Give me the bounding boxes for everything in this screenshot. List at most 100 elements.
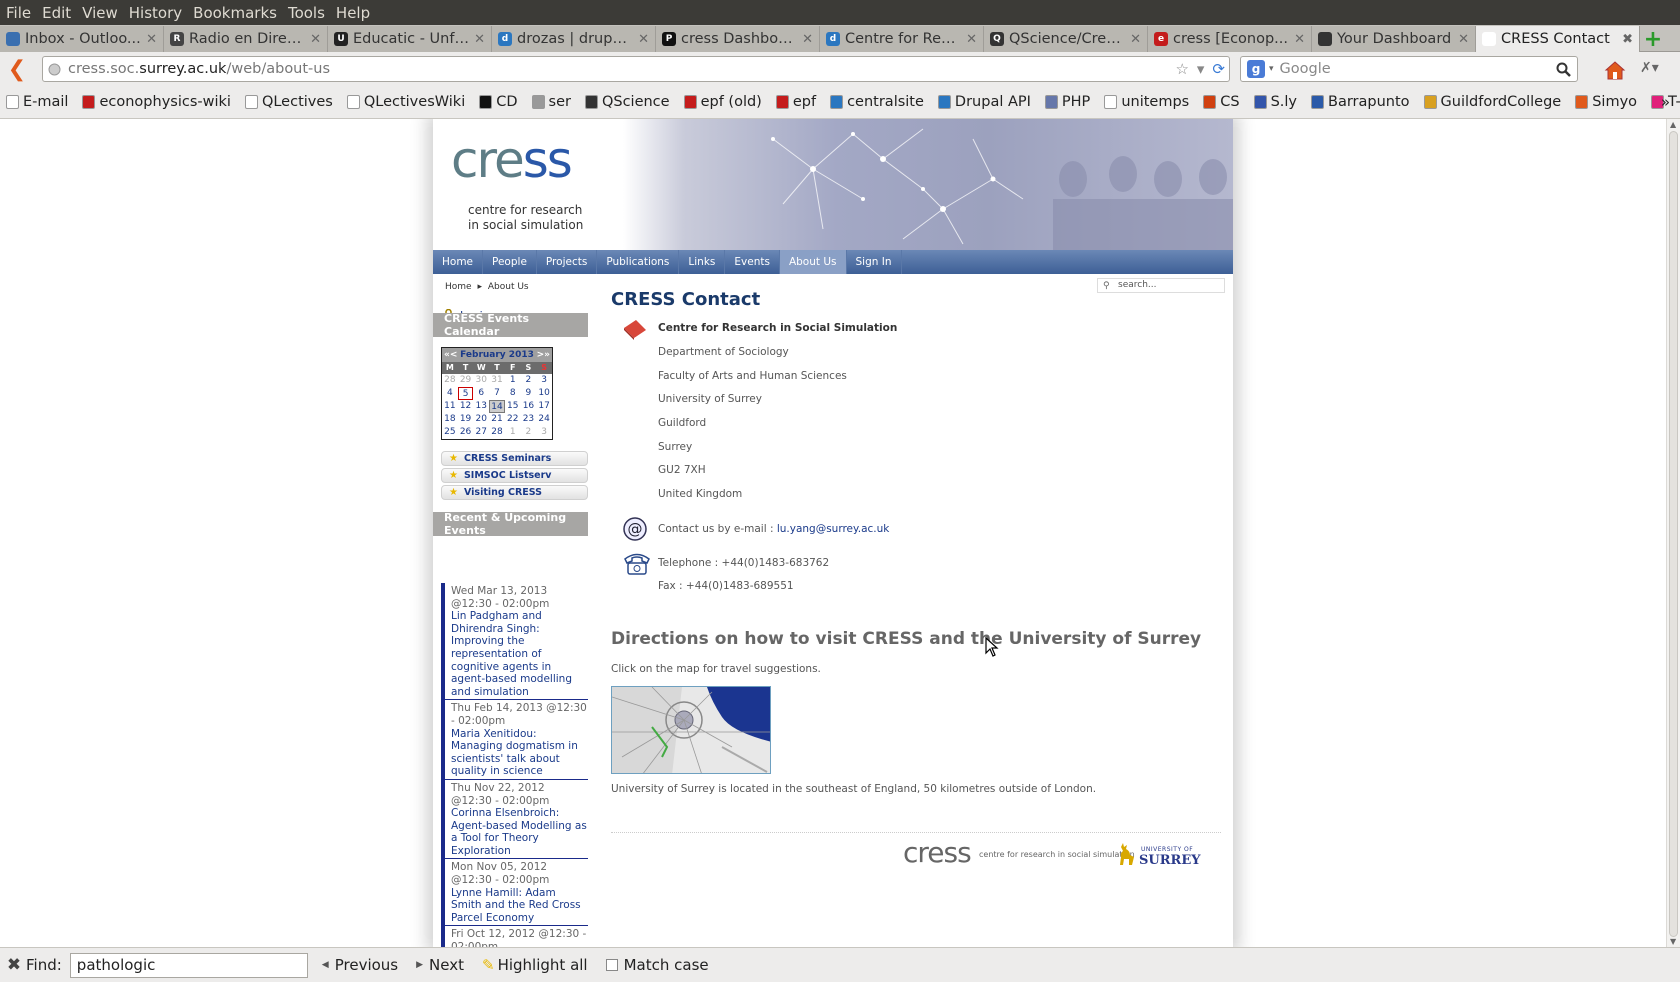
tab-close-icon[interactable]: ✕ [1458, 32, 1469, 47]
bookmark-item[interactable]: PHP [1044, 94, 1090, 110]
tab-9[interactable]: CRESS Contact ✖ [1476, 26, 1640, 52]
calendar-day[interactable]: 11 [442, 400, 458, 413]
calendar-day[interactable]: 15 [505, 400, 521, 413]
event-title-link[interactable]: Lin Padgham and Dhirendra Singh: Improvi… [451, 610, 588, 698]
calendar-next[interactable]: >» [537, 350, 550, 360]
tab-4[interactable]: Pcress Dashboa... ✕ [656, 26, 820, 52]
calendar-day[interactable]: 7 [489, 387, 505, 400]
bookmark-item[interactable]: epf (old) [683, 94, 762, 110]
event-title-link[interactable]: Corinna Elsenbroich: Agent-based Modelli… [451, 807, 588, 857]
calendar-day[interactable]: 25 [442, 426, 458, 439]
tab-1[interactable]: R Radio en Direc... ✕ [164, 26, 328, 52]
menu-view[interactable]: View [82, 4, 127, 22]
calendar-day[interactable]: 17 [536, 400, 552, 413]
calendar-day[interactable]: 1 [505, 374, 521, 387]
site-search-input[interactable]: ⚲ search... [1097, 278, 1225, 293]
nav-projects[interactable]: Projects [537, 250, 598, 274]
calendar-day[interactable]: 1 [505, 426, 521, 439]
toolbar-overflow-icon[interactable]: ✗▾ [1640, 60, 1659, 76]
tab-close-icon[interactable]: ✕ [146, 32, 157, 47]
calendar-day[interactable]: 18 [442, 413, 458, 426]
nav-links[interactable]: Links [679, 250, 726, 274]
url-bar[interactable]: cress.soc. surrey.ac.uk/web/about-us ☆ ▾ … [42, 56, 1230, 82]
calendar-day[interactable]: 9 [521, 387, 537, 400]
calendar-prev[interactable]: «< [444, 350, 457, 360]
tab-close-icon[interactable]: ✖ [1622, 32, 1633, 47]
menu-help[interactable]: Help [336, 4, 379, 22]
tab-7[interactable]: e cress [Econop... ✕ [1148, 26, 1312, 52]
bookmark-item[interactable]: GuildfordCollege [1423, 94, 1561, 110]
tab-0[interactable]: Inbox - Outloo... ✕ [0, 26, 164, 52]
cress-seminars-link[interactable]: ★ CRESS Seminars [441, 451, 588, 466]
bookmarks-overflow-icon[interactable]: » [1661, 93, 1670, 111]
calendar-day[interactable]: 28 [442, 374, 458, 387]
calendar-day[interactable]: 14 [489, 400, 505, 413]
menu-edit[interactable]: Edit [42, 4, 80, 22]
tab-close-icon[interactable]: ✕ [474, 32, 485, 47]
calendar-day[interactable]: 2 [521, 374, 537, 387]
visiting-cress-link[interactable]: ★ Visiting CRESS [441, 485, 588, 500]
email-link[interactable]: lu.yang@surrey.ac.uk [777, 523, 890, 535]
find-previous-button[interactable]: ◀ Previous [322, 956, 398, 974]
calendar-day[interactable]: 5 [457, 387, 474, 400]
nav-events[interactable]: Events [725, 250, 780, 274]
bookmark-item[interactable]: Drupal API [937, 94, 1031, 110]
calendar-day[interactable]: 31 [489, 374, 505, 387]
event-title-link[interactable]: Lynne Hamill: Adam Smith and the Red Cro… [451, 887, 588, 925]
calendar-day[interactable]: 16 [521, 400, 537, 413]
bookmark-item[interactable]: econophysics-wiki [82, 94, 231, 110]
calendar-day[interactable]: 10 [536, 387, 552, 400]
calendar-day[interactable]: 23 [521, 413, 537, 426]
bookmark-item[interactable]: ser [531, 94, 571, 110]
calendar-day[interactable]: 28 [489, 426, 505, 439]
calendar-day[interactable]: 12 [458, 400, 474, 413]
bookmark-item[interactable]: unitemps [1104, 94, 1189, 110]
google-icon[interactable]: g [1247, 60, 1265, 78]
tab-close-icon[interactable]: ✕ [310, 32, 321, 47]
engine-dropdown-icon[interactable]: ▾ [1269, 64, 1274, 74]
calendar-day[interactable]: 27 [473, 426, 489, 439]
tab-close-icon[interactable]: ✕ [1130, 32, 1141, 47]
calendar-day[interactable]: 29 [458, 374, 474, 387]
nav-publications[interactable]: Publications [597, 250, 680, 274]
bookmark-item[interactable]: centralsite [830, 94, 924, 110]
search-engine-box[interactable]: g ▾ Google [1240, 56, 1578, 82]
magnifier-icon[interactable] [1556, 62, 1571, 77]
bookmark-item[interactable]: QLectivesWiki [346, 94, 465, 110]
bookmark-item[interactable]: epf [775, 94, 816, 110]
tab-2[interactable]: U Educatic - Unfu... ✕ [328, 26, 492, 52]
bookmark-item[interactable]: CD [479, 94, 518, 110]
calendar-day[interactable]: 26 [458, 426, 474, 439]
nav-people[interactable]: People [483, 250, 537, 274]
nav-about-us[interactable]: About Us [779, 250, 847, 274]
menu-file[interactable]: File [6, 4, 40, 22]
tab-8[interactable]: Your Dashboard ✕ [1312, 26, 1476, 52]
calendar-day[interactable]: 21 [489, 413, 505, 426]
calendar-day[interactable]: 24 [536, 413, 552, 426]
calendar-day[interactable]: 13 [473, 400, 489, 413]
cress-logo[interactable]: cress [451, 131, 573, 189]
breadcrumb-home[interactable]: Home [445, 282, 472, 292]
vertical-scrollbar[interactable]: ▲ ▼ [1666, 119, 1680, 947]
tab-close-icon[interactable]: ✕ [1294, 32, 1305, 47]
calendar-day[interactable]: 6 [473, 387, 489, 400]
nav-sign-in[interactable]: Sign In [847, 250, 902, 274]
travel-map[interactable] [611, 686, 771, 774]
scroll-down-icon[interactable]: ▼ [1670, 937, 1676, 946]
calendar-day[interactable]: 30 [473, 374, 489, 387]
calendar-day[interactable]: 3 [536, 426, 552, 439]
new-tab-icon[interactable]: + [1640, 26, 1666, 52]
tab-6[interactable]: Q QScience/Cres... ✕ [984, 26, 1148, 52]
event-title-link[interactable]: Maria Xenitidou: Managing dogmatism in s… [451, 728, 588, 778]
back-icon[interactable]: ❮ [2, 57, 32, 82]
calendar-day[interactable]: 20 [473, 413, 489, 426]
tab-close-icon[interactable]: ✕ [966, 32, 977, 47]
star-icon[interactable]: ☆ [1175, 60, 1188, 78]
dropdown-icon[interactable]: ▾ [1197, 60, 1205, 78]
reload-icon[interactable]: ⟳ [1212, 60, 1225, 78]
highlight-all-button[interactable]: ✎ Highlight all [482, 956, 588, 974]
bookmark-item[interactable]: E-mail [6, 94, 68, 110]
calendar-day[interactable]: 22 [505, 413, 521, 426]
calendar-day[interactable]: 3 [536, 374, 552, 387]
calendar-day[interactable]: 8 [505, 387, 521, 400]
